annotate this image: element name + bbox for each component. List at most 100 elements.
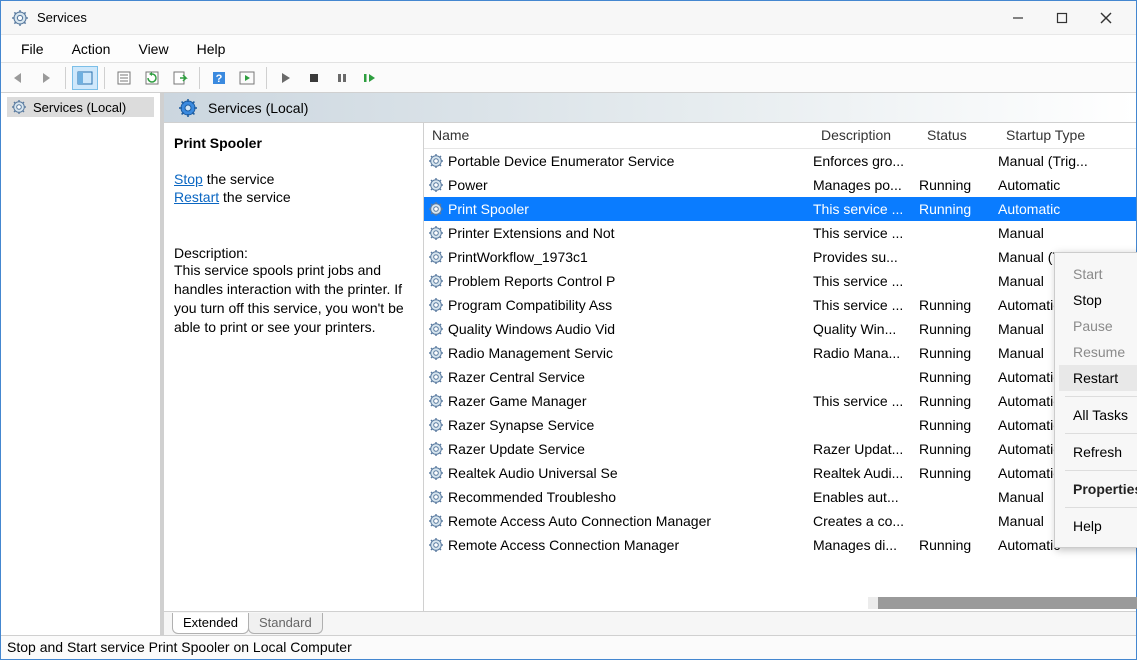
service-desc: This service ... [813, 297, 919, 313]
service-desc: Enforces gro... [813, 153, 919, 169]
menu-action[interactable]: Action [58, 37, 125, 61]
stop-service-button[interactable] [301, 66, 327, 90]
col-startup[interactable]: Startup Type [998, 123, 1118, 148]
table-row[interactable]: Remote Access Auto Connection Manager Cre… [424, 509, 1136, 533]
list-pane: Name Description Status Startup Type Por… [424, 123, 1136, 611]
toolbar: ? [1, 63, 1136, 93]
gear-icon [428, 225, 444, 241]
service-name: Portable Device Enumerator Service [448, 153, 674, 169]
table-row[interactable]: Quality Windows Audio VidQuality Win...R… [424, 317, 1136, 341]
content-pane: Services (Local) Print Spooler Stop the … [161, 93, 1136, 635]
menu-help[interactable]: Help [183, 37, 240, 61]
refresh-button[interactable] [139, 66, 165, 90]
context-menu-item: Resume [1059, 339, 1137, 365]
service-name: Realtek Audio Universal Se [448, 465, 618, 481]
content-header-label: Services (Local) [208, 100, 308, 116]
gear-icon [428, 345, 444, 361]
gear-icon [428, 417, 444, 433]
service-name: PrintWorkflow_1973c1 [448, 249, 588, 265]
service-desc: This service ... [813, 225, 919, 241]
gear-icon [428, 273, 444, 289]
service-name: Remote Access Auto Connection Manager [448, 513, 711, 529]
service-desc: Creates a co... [813, 513, 919, 529]
pause-service-button[interactable] [329, 66, 355, 90]
service-desc: This service ... [813, 393, 919, 409]
table-row[interactable]: Realtek Audio Universal SeRealtek Audi..… [424, 461, 1136, 485]
nav-back-button[interactable] [5, 66, 31, 90]
table-row[interactable]: PowerManages po...RunningAutomatic [424, 173, 1136, 197]
table-row[interactable]: Recommended TroubleshoEnables aut...Manu… [424, 485, 1136, 509]
restart-link[interactable]: Restart [174, 189, 219, 205]
table-row[interactable]: Program Compatibility AssThis service ..… [424, 293, 1136, 317]
service-status: Running [919, 369, 998, 385]
table-row[interactable]: Remote Access Connection ManagerManages … [424, 533, 1136, 557]
content-header: Services (Local) [164, 93, 1136, 123]
tree-root-label: Services (Local) [33, 100, 126, 115]
list-body[interactable]: Portable Device Enumerator Service Enforc… [424, 149, 1136, 611]
detail-pane: Print Spooler Stop the service Restart t… [164, 123, 424, 611]
table-row[interactable]: Razer Game ManagerThis service ...Runnin… [424, 389, 1136, 413]
menu-view[interactable]: View [124, 37, 182, 61]
context-menu-item[interactable]: Stop [1059, 287, 1137, 313]
service-name: Recommended Troublesho [448, 489, 616, 505]
tree-pane: Services (Local) [1, 93, 161, 635]
table-row[interactable]: Portable Device Enumerator Service Enforc… [424, 149, 1136, 173]
context-menu-item[interactable]: Refresh [1059, 439, 1137, 465]
window-title: Services [37, 10, 996, 25]
menu-file[interactable]: File [7, 37, 58, 61]
service-status: Running [919, 177, 998, 193]
svg-text:?: ? [216, 73, 223, 85]
titlebar: Services [1, 1, 1136, 35]
tab-extended[interactable]: Extended [172, 613, 249, 634]
service-name: Razer Central Service [448, 369, 585, 385]
table-row[interactable]: Problem Reports Control PThis service ..… [424, 269, 1136, 293]
detail-pane-button[interactable] [72, 66, 98, 90]
close-button[interactable] [1084, 3, 1128, 33]
context-menu-item[interactable]: Help [1059, 513, 1137, 539]
table-row[interactable]: Razer Synapse ServiceRunningAutomatic [424, 413, 1136, 437]
gear-icon [428, 153, 444, 169]
col-desc[interactable]: Description [813, 123, 919, 148]
minimize-button[interactable] [996, 3, 1040, 33]
gear-icon [428, 393, 444, 409]
col-name[interactable]: Name [424, 123, 813, 148]
service-name: Radio Management Servic [448, 345, 613, 361]
tree-root-item[interactable]: Services (Local) [7, 97, 154, 117]
export-list-button[interactable] [167, 66, 193, 90]
context-menu-item[interactable]: All Tasks▶ [1059, 402, 1137, 428]
service-status: Running [919, 297, 998, 313]
service-name: Problem Reports Control P [448, 273, 615, 289]
service-name: Razer Game Manager [448, 393, 587, 409]
context-menu-item[interactable]: Restart [1059, 365, 1137, 391]
service-name: Printer Extensions and Not [448, 225, 615, 241]
service-desc: This service ... [813, 201, 919, 217]
gear-icon [428, 489, 444, 505]
gear-icon [428, 177, 444, 193]
gear-icon [428, 321, 444, 337]
gear-icon [428, 537, 444, 553]
maximize-button[interactable] [1040, 3, 1084, 33]
action-pane-button[interactable] [234, 66, 260, 90]
table-row[interactable]: Radio Management ServicRadio Mana...Runn… [424, 341, 1136, 365]
table-row[interactable]: Printer Extensions and Not This service .… [424, 221, 1136, 245]
table-row[interactable]: PrintWorkflow_1973c1Provides su...Manual… [424, 245, 1136, 269]
service-status: Running [919, 345, 998, 361]
context-menu-item[interactable]: Properties [1059, 476, 1137, 502]
col-status[interactable]: Status [919, 123, 998, 148]
h-scrollbar[interactable] [868, 597, 1128, 609]
stop-link[interactable]: Stop [174, 171, 203, 187]
help-button[interactable]: ? [206, 66, 232, 90]
service-desc: Quality Win... [813, 321, 919, 337]
nav-forward-button[interactable] [33, 66, 59, 90]
tab-standard[interactable]: Standard [248, 613, 323, 634]
table-row[interactable]: Razer Central ServiceRunningAutomatic [424, 365, 1136, 389]
restart-service-button[interactable] [357, 66, 383, 90]
properties-button[interactable] [111, 66, 137, 90]
description-body: This service spools print jobs and handl… [174, 261, 409, 337]
service-startup: Automatic [998, 177, 1118, 193]
service-status: Running [919, 441, 998, 457]
service-desc: Manages di... [813, 537, 919, 553]
table-row[interactable]: Print SpoolerThis service ...RunningAuto… [424, 197, 1136, 221]
start-service-button[interactable] [273, 66, 299, 90]
table-row[interactable]: Razer Update ServiceRazer Updat...Runnin… [424, 437, 1136, 461]
